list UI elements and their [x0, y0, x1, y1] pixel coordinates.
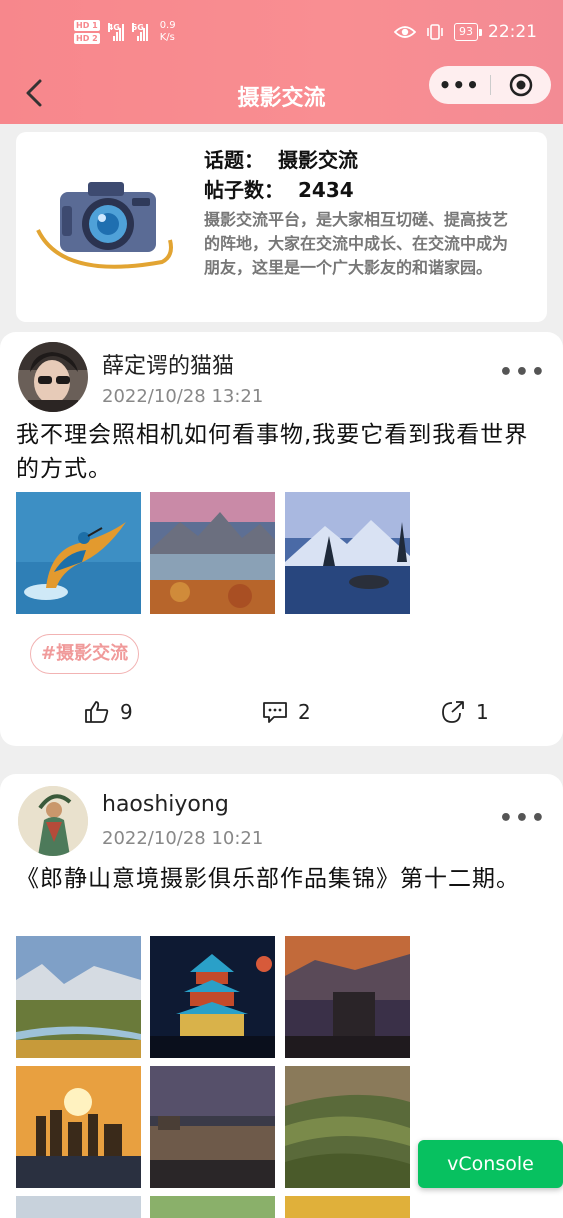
comment-button[interactable]: 2	[262, 700, 311, 724]
more-menu-icon[interactable]: •••	[429, 75, 490, 95]
status-bar: HD 1 HD 2 4G 5G 0.9 K/s 93 22:21	[0, 14, 563, 50]
hd-icons: HD 1 HD 2	[74, 20, 100, 44]
post-image-winter-lake[interactable]	[285, 492, 410, 614]
topic-count-line: 帖子数： 2434	[204, 174, 354, 203]
miniprogram-capsule: •••	[429, 66, 551, 104]
post-card[interactable]: 薛定谔的猫猫 2022/10/28 13:21 ••• 我不理会照相机如何看事物…	[0, 332, 563, 746]
post-count-label: 帖子数：	[204, 178, 284, 202]
topic-label: 话题：	[204, 148, 264, 172]
post-image-ancient-city[interactable]	[150, 1066, 275, 1188]
speed-value: 0.9	[159, 20, 176, 31]
post-text: 《郎静山意境摄影俱乐部作品集锦》第十二期。	[16, 866, 520, 892]
close-miniprogram-icon[interactable]	[490, 73, 551, 97]
post-text: 我不理会照相机如何看事物,我要它看到我看世界的方式。	[16, 422, 529, 482]
topic-name-line: 话题： 摄影交流	[204, 144, 358, 173]
post-count: 2434	[298, 178, 354, 202]
comment-icon	[263, 702, 287, 723]
post-image-mountain-lake[interactable]	[150, 492, 275, 614]
post-image-terraces[interactable]	[285, 1066, 410, 1188]
avatar[interactable]	[18, 342, 88, 412]
post-time: 2022/10/28 13:21	[102, 386, 264, 407]
post-image-partial-2[interactable]	[150, 1196, 275, 1218]
battery-icon: 93	[454, 23, 482, 41]
post-image-kingfisher[interactable]	[16, 492, 141, 614]
vconsole-button[interactable]: vConsole	[418, 1140, 563, 1188]
avatar[interactable]	[18, 786, 88, 856]
status-bar-right: 93 22:21	[394, 22, 537, 42]
post-image-city-sunset[interactable]	[16, 1066, 141, 1188]
header-bar: HD 1 HD 2 4G 5G 0.9 K/s 93 22:21 摄影交流 ••…	[0, 0, 563, 124]
like-count: 9	[120, 700, 133, 724]
camera-illustration	[36, 182, 173, 269]
status-bar-left: HD 1 HD 2 4G 5G 0.9 K/s	[74, 20, 176, 44]
post-image-bell-tower[interactable]	[150, 936, 275, 1058]
topic-card: 话题： 摄影交流 帖子数： 2434 摄影交流平台，是大家相互切磋、提高技艺的阵地，…	[16, 132, 547, 322]
post-image-partial-1[interactable]	[16, 1196, 141, 1218]
topic-tag[interactable]: #摄影交流	[30, 634, 140, 674]
hd2-icon: HD 2	[74, 33, 100, 44]
signal-5g-icon: 5G	[131, 23, 148, 41]
post-username[interactable]: 薛定谔的猫猫	[102, 348, 234, 380]
net-a-label: 4G	[107, 23, 120, 32]
more-options-icon[interactable]: •••	[499, 806, 547, 831]
network-speed: 0.9 K/s	[160, 20, 176, 44]
post-username[interactable]: haoshiyong	[102, 792, 229, 817]
topic-name: 摄影交流	[278, 148, 358, 172]
net-b-label: 5G	[131, 23, 144, 32]
share-count: 1	[476, 700, 489, 724]
hd1-icon: HD 1	[74, 20, 100, 31]
signal-4g-icon: 4G	[107, 23, 124, 41]
topic-description: 摄影交流平台，是大家相互切磋、提高技艺的阵地，大家在交流中成长、在交流中成为朋友…	[204, 210, 509, 277]
eye-icon	[394, 26, 416, 38]
post-image-partial-3[interactable]	[285, 1196, 410, 1218]
post-time: 2022/10/28 10:21	[102, 828, 264, 849]
more-options-icon[interactable]: •••	[499, 360, 547, 385]
share-button[interactable]: 1	[440, 700, 489, 724]
like-button[interactable]: 9	[84, 700, 133, 724]
vibrate-icon	[427, 24, 443, 40]
share-icon	[442, 701, 464, 723]
thumbs-up-icon	[85, 701, 109, 723]
speed-unit: K/s	[159, 32, 175, 43]
post-image-great-wall[interactable]	[285, 936, 410, 1058]
comment-count: 2	[298, 700, 311, 724]
post-image-valley[interactable]	[16, 936, 141, 1058]
clock-time: 22:21	[488, 22, 537, 42]
